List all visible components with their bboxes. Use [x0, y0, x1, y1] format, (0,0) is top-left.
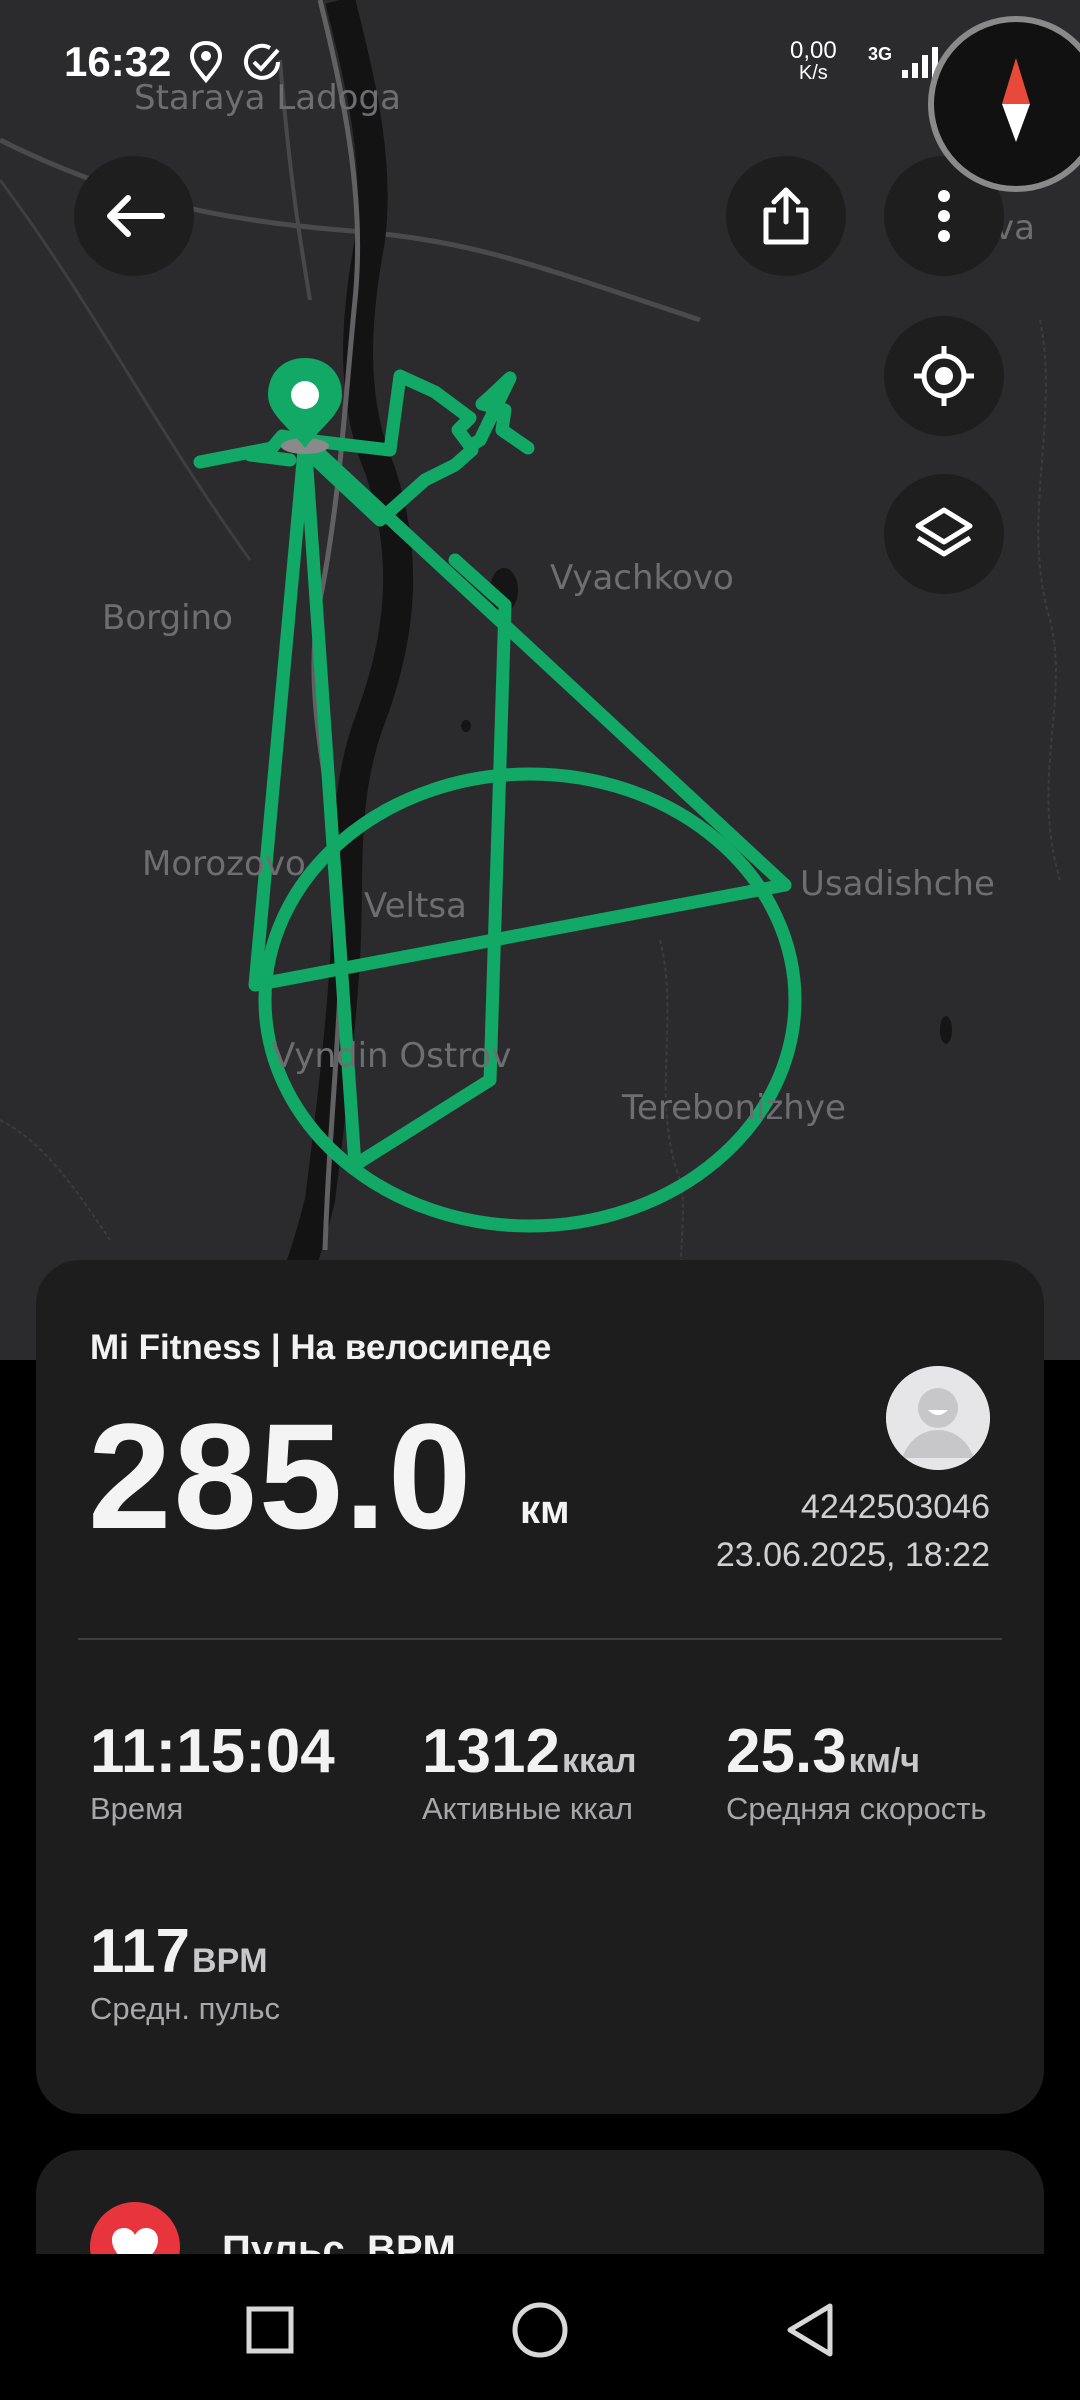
home-circle-icon	[512, 2302, 568, 2358]
heart-rate-card[interactable]: Пульс, BPM	[36, 2150, 1044, 2270]
place-label: Vyndin Ostrov	[272, 1036, 512, 1076]
place-label: Borgino	[102, 598, 233, 638]
system-nav-bar	[0, 2254, 1080, 2400]
stat-avg-heart-rate: 117BPM Средн. пульс	[90, 1916, 280, 2027]
layers-button[interactable]	[884, 474, 1004, 594]
compass-button[interactable]	[928, 16, 1080, 192]
stat-duration: 11:15:04 Время	[90, 1716, 337, 1827]
stat-calories: 1312ккал Активные ккал	[422, 1716, 636, 1827]
status-bar: 16:32 0,00 K/s 3G 37	[0, 0, 1080, 120]
network-type: 3G	[868, 44, 893, 64]
data-rate: 0,00 K/s	[790, 37, 837, 85]
location-icon	[189, 40, 223, 84]
share-button[interactable]	[726, 156, 846, 276]
locate-button[interactable]	[884, 316, 1004, 436]
stat-value: 25.3	[726, 1717, 847, 1786]
layers-icon	[915, 507, 973, 557]
back-nav-button[interactable]	[770, 2290, 850, 2370]
check-circle-icon	[244, 43, 280, 80]
place-label: Vyachkovo	[550, 558, 734, 598]
stat-value: 117	[90, 1917, 191, 1986]
back-triangle-icon	[787, 2303, 833, 2357]
status-time: 16:32	[64, 38, 172, 85]
divider	[78, 1638, 1002, 1640]
distance-value: 285.0	[88, 1392, 474, 1560]
stat-label: Активные ккал	[422, 1791, 633, 1826]
user-id: 4242503046	[800, 1488, 990, 1526]
stat-unit: ккал	[561, 1742, 637, 1780]
stat-value: 11:15:04	[90, 1717, 335, 1786]
stat-label: Время	[90, 1791, 184, 1826]
avatar[interactable]	[886, 1366, 990, 1470]
stat-value: 1312	[422, 1717, 560, 1786]
compass-icon	[1002, 58, 1030, 142]
workout-title: Mi Fitness | На велосипеде	[90, 1328, 552, 1367]
stat-label: Средн. пульс	[90, 1991, 280, 2026]
user-avatar-icon	[886, 1366, 990, 1470]
stat-unit: BPM	[192, 1942, 268, 1980]
place-label: Terebonizhye	[622, 1088, 846, 1128]
data-rate-value: 0,00	[790, 37, 837, 64]
workout-summary-card: Mi Fitness | На велосипеде 285.0 км 4242…	[36, 1260, 1044, 2114]
locate-icon	[914, 346, 974, 406]
distance-unit: км	[520, 1488, 570, 1532]
place-label: Morozovo	[142, 844, 306, 884]
home-button[interactable]	[500, 2290, 580, 2370]
recents-square-icon	[246, 2306, 294, 2354]
stat-label: Средняя скорость	[726, 1791, 987, 1826]
place-label: Veltsa	[364, 886, 467, 926]
recents-button[interactable]	[230, 2290, 310, 2370]
place-label: Usadishche	[800, 864, 995, 904]
back-button[interactable]	[74, 156, 194, 276]
stat-avg-speed: 25.3км/ч Средняя скорость	[726, 1716, 987, 1827]
data-rate-unit: K/s	[798, 62, 828, 84]
share-icon	[763, 187, 809, 245]
more-vertical-icon	[938, 190, 950, 242]
workout-datetime: 23.06.2025, 18:22	[715, 1536, 990, 1574]
back-arrow-icon	[107, 195, 165, 237]
stat-unit: км/ч	[848, 1742, 921, 1780]
